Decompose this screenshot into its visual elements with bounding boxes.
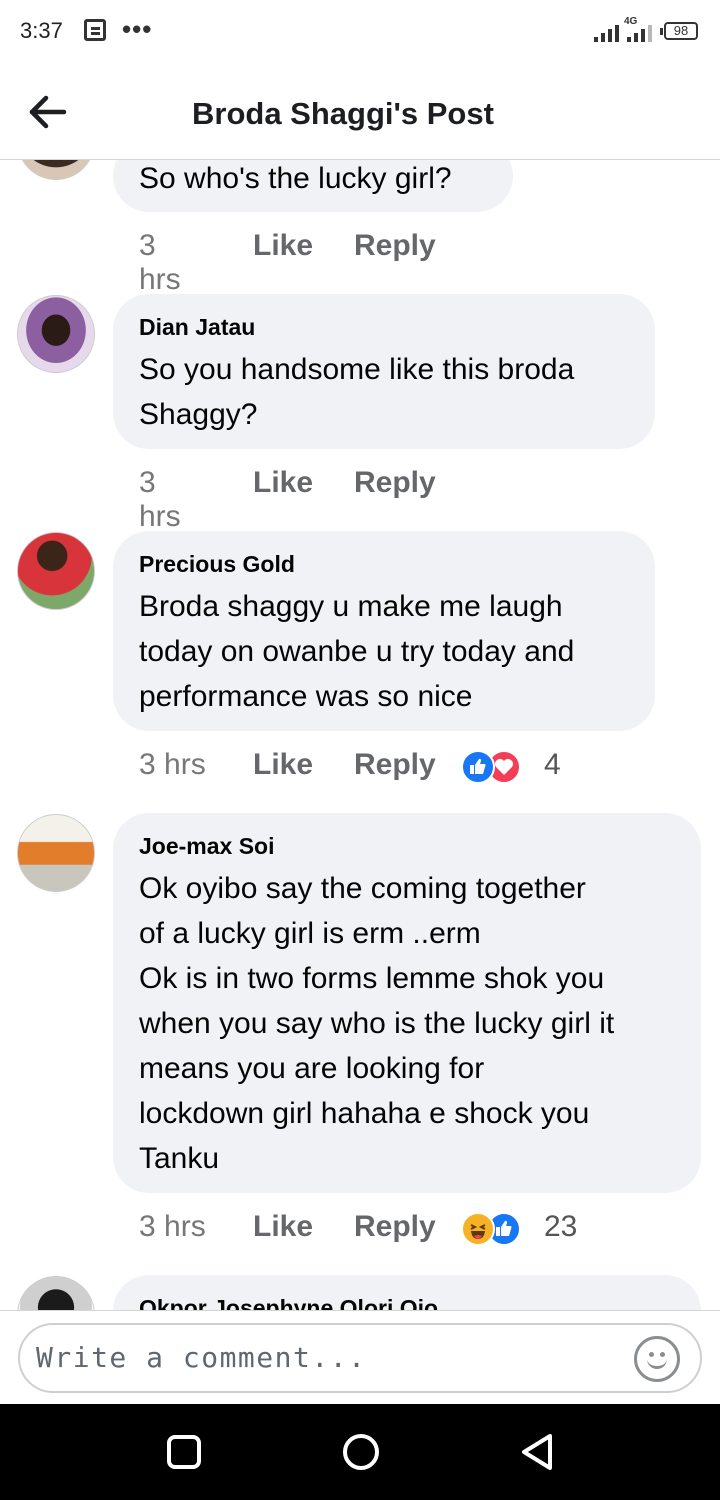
avatar[interactable] [17, 814, 95, 892]
reply-button[interactable]: Reply [354, 229, 436, 263]
like-button[interactable]: Like [253, 1210, 313, 1244]
like-button[interactable]: Like [253, 466, 313, 500]
status-bar: 3:37 ••• 4G 98 [0, 0, 720, 62]
page-title: Broda Shaggi's Post [192, 96, 494, 131]
comment-author[interactable]: Precious Gold [139, 551, 629, 578]
signal-icon [594, 25, 624, 42]
avatar[interactable] [17, 295, 95, 373]
signal-icon-2 [627, 25, 657, 42]
battery-icon: 98 [660, 22, 698, 40]
comment-list[interactable]: So who's the lucky girl? 3 hrs Like Repl… [0, 160, 720, 1310]
post-header: Broda Shaggi's Post [0, 62, 720, 160]
comment-bubble[interactable]: Joe-max Soi Ok oyibo say the coming toge… [113, 813, 701, 1193]
like-button[interactable]: Like [253, 748, 313, 782]
like-button[interactable]: Like [253, 229, 313, 263]
comment-author[interactable]: Dian Jatau [139, 314, 629, 341]
like-icon [461, 750, 495, 784]
reaction-summary[interactable] [461, 1212, 525, 1248]
avatar[interactable] [17, 1276, 95, 1310]
reply-button[interactable]: Reply [354, 748, 436, 782]
comment-time: 3 hrs [139, 1210, 206, 1243]
home-button[interactable] [341, 1432, 381, 1477]
comment-actions: 3 hrs Like Reply 23 [139, 1210, 599, 1250]
avatar[interactable] [17, 160, 95, 180]
haha-icon [461, 1212, 495, 1246]
comment-bubble[interactable]: So who's the lucky girl? [113, 160, 513, 212]
comment-bubble[interactable]: Dian Jatau So you handsome like this bro… [113, 294, 655, 449]
comment-placeholder: Write a comment... [36, 1341, 367, 1374]
status-time: 3:37 [20, 18, 63, 43]
back-button[interactable] [518, 1432, 556, 1477]
recent-apps-button[interactable] [166, 1434, 202, 1475]
reply-button[interactable]: Reply [354, 466, 436, 500]
comment-text: So who's the lucky girl? [139, 162, 452, 195]
comment-actions: 3 hrs Like Reply 4 [139, 748, 589, 788]
comment-composer: Write a comment... [0, 1310, 720, 1404]
comment-author[interactable]: Okpor Josephyne Olori Ojo [139, 1295, 675, 1310]
system-nav-bar [0, 1404, 720, 1500]
comment-text: Broda shaggy u make me laugh today on ow… [139, 590, 575, 713]
reaction-summary[interactable] [461, 750, 525, 786]
comment-time: 3 hrs [139, 229, 181, 296]
reply-button[interactable]: Reply [354, 1210, 436, 1244]
reaction-count[interactable]: 23 [544, 1210, 577, 1244]
comment-bubble[interactable]: Okpor Josephyne Olori Ojo [113, 1275, 701, 1310]
comment-time: 3 hrs [139, 748, 206, 781]
comment-time: 3 hrs [139, 466, 181, 533]
comment-text: Ok oyibo say the coming together of a lu… [139, 872, 615, 1175]
avatar[interactable] [17, 532, 95, 610]
comment-bubble[interactable]: Precious Gold Broda shaggy u make me lau… [113, 531, 655, 731]
comment-text: So you handsome like this broda Shaggy? [139, 353, 575, 431]
news-notification-icon [84, 19, 106, 41]
emoji-icon[interactable] [634, 1336, 680, 1382]
comment-input[interactable]: Write a comment... [18, 1323, 702, 1393]
more-notifications-icon: ••• [122, 14, 153, 44]
reaction-count[interactable]: 4 [544, 748, 561, 782]
back-arrow-icon[interactable] [28, 92, 68, 132]
comment-author[interactable]: Joe-max Soi [139, 833, 675, 860]
